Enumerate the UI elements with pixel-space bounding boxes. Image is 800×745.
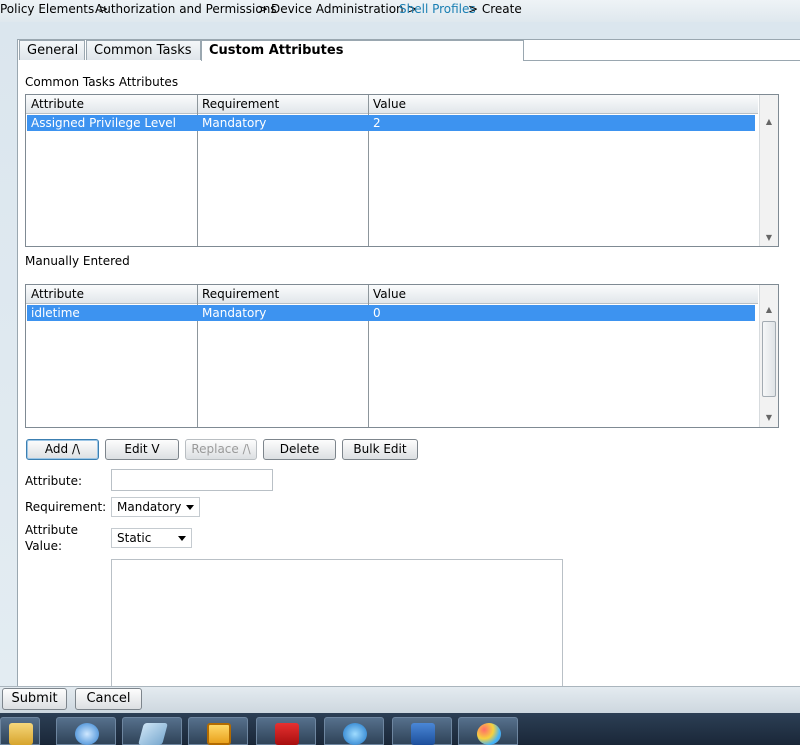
tab-common-tasks[interactable]: Common Tasks — [86, 40, 201, 60]
scroll-up-icon[interactable]: ▲ — [760, 117, 778, 126]
edit-button[interactable]: Edit V — [105, 439, 179, 460]
outlook-icon — [207, 723, 231, 745]
cell-attribute: Assigned Privilege Level — [31, 116, 177, 130]
table-row[interactable]: Assigned Privilege Level Mandatory 2 — [27, 115, 755, 131]
requirement-select[interactable]: Mandatory — [111, 497, 200, 517]
requirement-label: Requirement: — [25, 500, 107, 514]
column-value[interactable]: Value — [373, 97, 406, 111]
attribute-value-textarea[interactable] — [111, 559, 563, 686]
table-row[interactable]: idletime Mandatory 0 — [27, 305, 755, 321]
column-attribute[interactable]: Attribute — [31, 97, 84, 111]
column-attribute[interactable]: Attribute — [31, 287, 84, 301]
cancel-button[interactable]: Cancel — [75, 688, 142, 710]
folder-taskbar-button[interactable] — [0, 717, 40, 745]
chevron-down-icon — [186, 505, 194, 510]
word-taskbar-button[interactable] — [392, 717, 452, 745]
acrobat-taskbar-button[interactable] — [256, 717, 316, 745]
tab-general[interactable]: General — [19, 40, 85, 60]
attribute-value-label: Attribute — [25, 523, 78, 537]
common-tasks-scrollbar[interactable]: ▲ ▼ — [759, 95, 778, 246]
attribute-label: Attribute: — [25, 474, 83, 488]
common-tasks-title: Common Tasks Attributes — [25, 75, 179, 89]
app-icon — [138, 723, 168, 745]
network-icon — [75, 723, 99, 745]
replace-button[interactable]: Replace /\ — [185, 439, 257, 460]
attribute-value-label-line2: Value: — [25, 539, 62, 553]
scroll-up-icon[interactable]: ▲ — [760, 305, 778, 314]
column-value[interactable]: Value — [373, 287, 406, 301]
paint-taskbar-button[interactable] — [458, 717, 518, 745]
chevron-down-icon — [178, 536, 186, 541]
column-requirement[interactable]: Requirement — [202, 97, 279, 111]
table-header: Attribute Requirement Value — [26, 285, 758, 304]
breadcrumb-create: > Create — [468, 2, 522, 16]
cell-requirement: Mandatory — [202, 116, 267, 130]
breadcrumb-authorization[interactable]: Authorization and Permissions — [95, 2, 277, 16]
delete-button[interactable]: Delete — [263, 439, 336, 460]
internet-explorer-icon — [343, 723, 367, 745]
table-header: Attribute Requirement Value — [26, 95, 758, 114]
scroll-down-icon[interactable]: ▼ — [760, 413, 778, 422]
word-icon — [411, 723, 435, 745]
breadcrumb-shell-profiles[interactable]: Shell Profiles — [399, 2, 476, 16]
acrobat-icon — [275, 723, 299, 745]
common-tasks-table: Attribute Requirement Value Assigned Pri… — [25, 94, 779, 247]
column-requirement[interactable]: Requirement — [202, 287, 279, 301]
value-type-select[interactable]: Static — [111, 528, 192, 548]
breadcrumb-separator: > — [258, 2, 269, 16]
outlook-taskbar-button[interactable] — [188, 717, 248, 745]
cell-value: 0 — [373, 306, 381, 320]
bulk-edit-button[interactable]: Bulk Edit — [342, 439, 418, 460]
app-taskbar-button[interactable] — [122, 717, 182, 745]
tab-divider — [523, 60, 800, 61]
submit-button[interactable]: Submit — [2, 688, 67, 710]
folder-icon — [9, 723, 33, 745]
breadcrumb-device-administration[interactable]: Device Administration > — [271, 2, 418, 16]
breadcrumb: Policy Elements > Authorization and Perm… — [0, 0, 800, 22]
paint-icon — [477, 723, 501, 745]
manual-scrollbar[interactable]: ▲ ▼ — [759, 285, 778, 427]
manual-table: Attribute Requirement Value idletime Man… — [25, 284, 779, 428]
windows-taskbar — [0, 713, 800, 745]
attribute-input[interactable] — [111, 469, 273, 491]
network-taskbar-button[interactable] — [56, 717, 116, 745]
cell-requirement: Mandatory — [202, 306, 267, 320]
scroll-thumb[interactable] — [762, 321, 776, 397]
add-button[interactable]: Add /\ — [26, 439, 99, 460]
value-type-selected-value: Static — [117, 531, 152, 545]
manual-title: Manually Entered — [25, 254, 130, 268]
cell-attribute: idletime — [31, 306, 80, 320]
breadcrumb-policy-elements[interactable]: Policy Elements > — [0, 2, 108, 16]
internet-explorer-taskbar-button[interactable] — [324, 717, 384, 745]
tab-custom-attributes[interactable]: Custom Attributes — [201, 40, 524, 61]
cell-value: 2 — [373, 116, 381, 130]
requirement-selected-value: Mandatory — [117, 500, 182, 514]
scroll-down-icon[interactable]: ▼ — [760, 233, 778, 242]
